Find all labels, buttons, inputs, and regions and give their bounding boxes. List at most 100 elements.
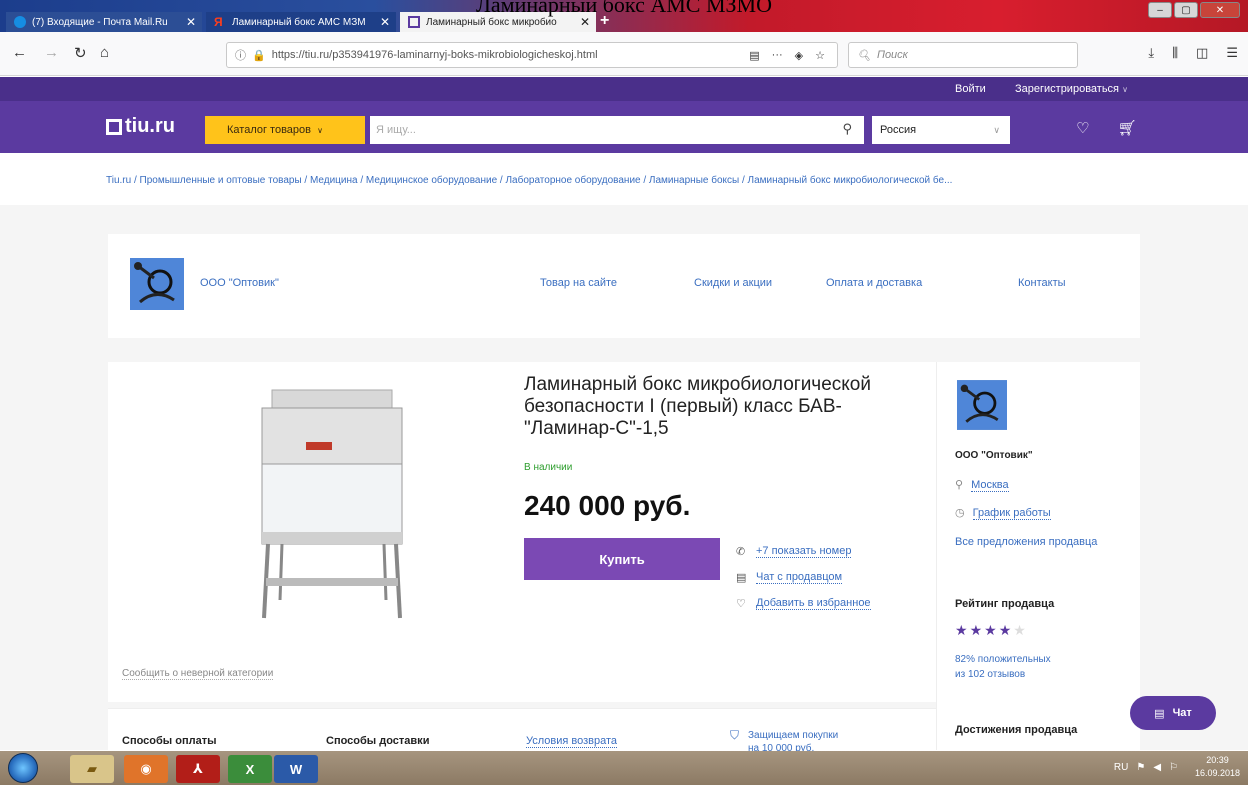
- add-favorite-action[interactable]: ♡ Добавить в избранное: [736, 590, 871, 616]
- seller-name-link[interactable]: ООО "Оптовик": [200, 277, 279, 289]
- nav-discounts[interactable]: Скидки и акции: [694, 277, 772, 289]
- word-icon[interactable]: W: [274, 755, 318, 783]
- chat-button[interactable]: ▤ Чат: [1130, 696, 1216, 730]
- forward-icon[interactable]: →: [44, 44, 59, 61]
- achievements-title: Достижения продавца: [955, 724, 1078, 736]
- location-pin-icon: ⚲: [955, 479, 964, 491]
- rating-stars: ★★★★★: [955, 622, 1028, 639]
- menu-icon[interactable]: ☰: [1226, 45, 1238, 61]
- window-title: Ламинарный бокс АМС МЗМО: [475, 0, 772, 17]
- bookmark-star-icon[interactable]: ☆: [815, 49, 825, 62]
- site-header: tiu.ru Каталог товаров ∨ Я ищу... ⚲ Росс…: [0, 101, 1248, 153]
- add-favorite-link[interactable]: Добавить в избранное: [756, 597, 871, 610]
- buy-button[interactable]: Купить: [524, 538, 720, 580]
- seller-schedule[interactable]: ◷ График работы: [955, 506, 1051, 520]
- heart-icon: ♡: [736, 597, 746, 610]
- rating-title: Рейтинг продавца: [955, 598, 1055, 610]
- seller-schedule-link[interactable]: График работы: [972, 507, 1051, 520]
- info-row: Способы оплаты Способы доставки Условия …: [108, 708, 936, 754]
- show-phone-action[interactable]: ✆ +7 показать номер: [736, 538, 871, 564]
- region-value: Россия: [880, 124, 917, 136]
- catalog-button[interactable]: Каталог товаров ∨: [205, 116, 365, 144]
- product-price: 240 000 руб.: [524, 490, 691, 521]
- clock-time: 20:39: [1206, 755, 1229, 765]
- search-icon[interactable]: ⚲: [842, 121, 852, 137]
- seller-header-card: ООО "Оптовик" Товар на сайте Скидки и ак…: [108, 234, 1140, 338]
- site-search-placeholder: Я ищу...: [376, 124, 416, 136]
- star-icon: ★: [998, 622, 1014, 638]
- product-title: Ламинарный бокс микробиологической безоп…: [524, 374, 871, 439]
- chat-icon: ▤: [736, 571, 747, 584]
- clock-icon: ◷: [955, 507, 965, 519]
- system-tray: RU ⚑ ◀ ⚐: [1114, 762, 1178, 773]
- seller-logo[interactable]: [130, 258, 184, 310]
- delivery-methods-title: Способы доставки: [326, 735, 430, 747]
- product-image[interactable]: [244, 382, 424, 628]
- url-text: https://tiu.ru/p353941976-laminarnyj-bok…: [271, 49, 598, 61]
- chat-seller-link[interactable]: Чат с продавцом: [756, 571, 843, 584]
- nav-payment-delivery[interactable]: Оплата и доставка: [826, 277, 922, 289]
- phone-icon: ✆: [736, 545, 746, 558]
- seller-logo[interactable]: [957, 380, 1007, 430]
- all-offers-link[interactable]: Все предложения продавца: [955, 536, 1097, 548]
- browser-search-input[interactable]: 🔍︎ Поиск: [848, 42, 1078, 68]
- logo-square-icon: [106, 118, 122, 135]
- firefox-icon[interactable]: ◉: [124, 755, 168, 783]
- windows-taskbar: ▰ ◉ ⅄ X W RU ⚑ ◀ ⚐ 20:39 16.09.2018: [0, 751, 1248, 785]
- site-search-input[interactable]: Я ищу... ⚲: [370, 116, 864, 144]
- register-label: Зарегистрироваться: [1015, 83, 1120, 95]
- reload-icon[interactable]: ↻: [74, 44, 87, 62]
- favorites-heart-icon[interactable]: ♡: [1076, 119, 1089, 137]
- seller-city[interactable]: ⚲ Москва: [955, 478, 1009, 492]
- site-logo[interactable]: tiu.ru: [106, 115, 175, 138]
- reader-view-icon[interactable]: ▤: [749, 49, 759, 62]
- cart-icon[interactable]: 🛒︎: [1117, 119, 1136, 137]
- flag-icon[interactable]: ⚐: [1169, 762, 1178, 773]
- info-icon[interactable]: ⓘ: [235, 47, 246, 63]
- tab-label: Ламинарный бокс АМС МЗМ: [232, 16, 366, 28]
- download-icon[interactable]: ⤓: [1148, 45, 1154, 61]
- chevron-down-icon: ∨: [993, 124, 1000, 135]
- home-icon[interactable]: ⌂: [100, 44, 109, 61]
- volume-icon[interactable]: ◀: [1153, 762, 1161, 773]
- back-icon[interactable]: ←: [12, 44, 27, 61]
- chevron-down-icon: ∨: [317, 125, 323, 135]
- seller-city-link[interactable]: Москва: [971, 479, 1009, 492]
- pocket-icon[interactable]: ◈: [795, 49, 803, 62]
- region-select[interactable]: Россия ∨: [872, 116, 1010, 144]
- search-icon: 🔍︎: [857, 49, 871, 62]
- language-indicator[interactable]: RU: [1114, 762, 1128, 773]
- seller-reviews[interactable]: 82% положительных из 102 отзывов: [955, 652, 1051, 682]
- breadcrumb[interactable]: Tiu.ru / Промышленные и оптовые товары /…: [106, 175, 952, 186]
- sidebar-icon[interactable]: ◫: [1196, 45, 1208, 61]
- system-clock[interactable]: 20:39 16.09.2018: [1195, 754, 1240, 780]
- page-actions-icon[interactable]: ···: [772, 49, 783, 61]
- start-button[interactable]: [8, 753, 38, 783]
- positive-percent: 82% положительных: [955, 654, 1051, 665]
- nav-contacts[interactable]: Контакты: [1018, 277, 1066, 289]
- seller-name[interactable]: ООО "Оптовик": [955, 450, 1033, 461]
- returns-link[interactable]: Условия возврата: [526, 735, 618, 748]
- explorer-icon[interactable]: ▰: [70, 755, 114, 783]
- lock-icon: 🔒: [252, 49, 266, 62]
- product-card: Сообщить о неверной категории Ламинарный…: [108, 362, 936, 702]
- chat-icon: ▤: [1154, 707, 1165, 720]
- shield-icon: ⛉: [730, 728, 740, 742]
- acrobat-icon[interactable]: ⅄: [176, 755, 220, 783]
- nav-products[interactable]: Товар на сайте: [540, 277, 617, 289]
- login-link[interactable]: Войти: [955, 83, 986, 95]
- network-icon[interactable]: ⚑: [1136, 762, 1145, 773]
- catalog-label: Каталог товаров: [227, 124, 311, 136]
- library-icon[interactable]: ⫼: [1172, 45, 1178, 61]
- seller-sidebar: ООО "Оптовик" ⚲ Москва ◷ График работы Все…: [936, 362, 1140, 750]
- excel-icon[interactable]: X: [228, 755, 272, 783]
- report-category-link[interactable]: Сообщить о неверной категории: [122, 668, 274, 680]
- chat-seller-action[interactable]: ▤ Чат с продавцом: [736, 564, 871, 590]
- register-link[interactable]: Зарегистрироваться ∨: [1015, 83, 1128, 95]
- show-phone-link[interactable]: +7 показать номер: [756, 545, 852, 558]
- url-bar[interactable]: ⓘ 🔒 https://tiu.ru/p353941976-laminarnyj…: [226, 42, 838, 68]
- stock-status: В наличии: [524, 462, 573, 473]
- toolbar-right: ⤓ ⫼ ◫ ☰: [1148, 45, 1238, 61]
- reviews-count: из 102 отзывов: [955, 669, 1026, 680]
- header-icons: ♡ 🛒︎: [1076, 119, 1137, 137]
